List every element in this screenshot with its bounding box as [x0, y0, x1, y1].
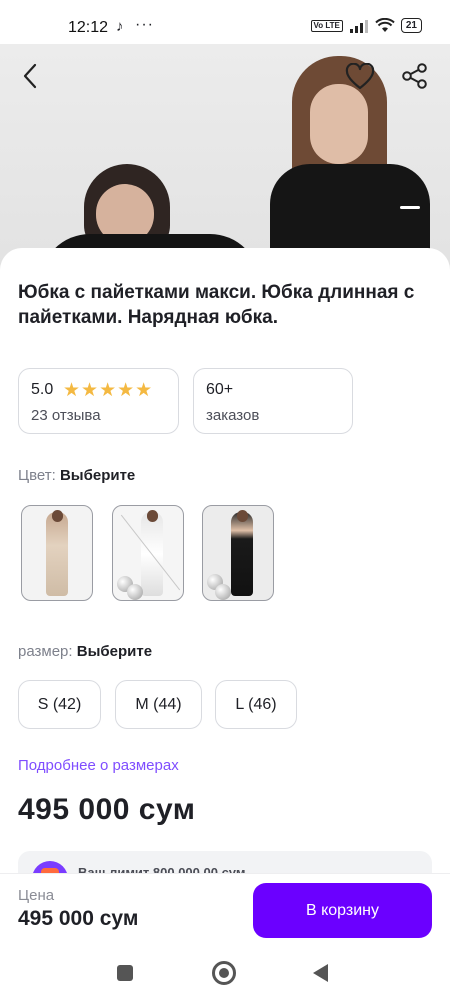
- swatch-model-head: [237, 510, 248, 522]
- color-label-text: Цвет:: [18, 467, 56, 484]
- size-label-text: размер:: [18, 643, 73, 660]
- back-triangle-icon[interactable]: [313, 964, 328, 982]
- star-rating-icon: ★★★★★: [63, 380, 154, 401]
- size-selected-value: Выберите: [76, 643, 153, 660]
- product-price: 495 000 сум: [18, 793, 196, 826]
- favorite-button[interactable]: [342, 58, 378, 94]
- disco-ball: [215, 584, 231, 600]
- orders-count: 60+: [206, 381, 234, 398]
- tiktok-icon: ♪: [116, 18, 124, 35]
- disco-ball: [127, 584, 143, 600]
- color-swatch-gold[interactable]: [21, 505, 93, 601]
- add-to-cart-button[interactable]: В корзину: [253, 883, 432, 938]
- signal-icon: [349, 19, 368, 33]
- size-option-m[interactable]: M (44): [115, 680, 202, 729]
- size-info-link[interactable]: Подробнее о размерах: [18, 757, 179, 774]
- more-notifications-icon: ···: [135, 16, 154, 33]
- orders-card: 60+ заказов: [193, 368, 353, 434]
- back-button[interactable]: [12, 58, 48, 94]
- product-title: Юбка с пайетками макси. Юбка длинная с п…: [18, 282, 415, 328]
- status-time: 12:12: [68, 19, 109, 36]
- status-icons: Vo LTE 21: [310, 18, 422, 33]
- rating-value: 5.0: [31, 381, 54, 398]
- color-swatch-white[interactable]: [112, 505, 184, 601]
- color-selected-value: Выберите: [59, 467, 136, 484]
- heart-icon: [345, 62, 375, 89]
- color-swatch-black[interactable]: [202, 505, 274, 601]
- size-option-l[interactable]: L (46): [215, 680, 297, 729]
- model-face: [310, 84, 368, 164]
- swatch-model-head: [52, 510, 63, 522]
- battery-icon: 21: [400, 18, 422, 33]
- wifi-icon: [375, 18, 395, 32]
- gallery-indicator: [400, 206, 420, 209]
- swatch-photo: [46, 512, 68, 596]
- size-label: размер: Выберите: [18, 643, 152, 660]
- swatch-model-head: [147, 510, 158, 522]
- product-image-gallery[interactable]: [0, 44, 450, 274]
- recent-apps-icon[interactable]: [117, 965, 133, 981]
- chevron-left-icon: [23, 63, 37, 89]
- swatch-photo: [231, 512, 253, 596]
- status-bar: 12:12 ♪ ··· Vo LTE 21: [0, 0, 450, 44]
- volte-icon: Vo LTE: [310, 19, 343, 32]
- home-icon[interactable]: [212, 961, 236, 985]
- orders-label: заказов: [206, 407, 260, 424]
- price-caption: Цена: [18, 887, 55, 904]
- share-button[interactable]: [397, 58, 433, 94]
- size-option-s[interactable]: S (42): [18, 680, 101, 729]
- rating-card[interactable]: 5.0 ★★★★★ 23 отзыва: [18, 368, 179, 434]
- reviews-count: 23 отзыва: [31, 407, 101, 424]
- color-label: Цвет: Выберите: [18, 467, 135, 484]
- bottom-purchase-bar: Цена 495 000 сум В корзину: [0, 873, 450, 951]
- system-navigation-bar: [0, 950, 450, 1000]
- share-icon: [402, 63, 427, 89]
- bottom-price: 495 000 сум: [18, 907, 139, 930]
